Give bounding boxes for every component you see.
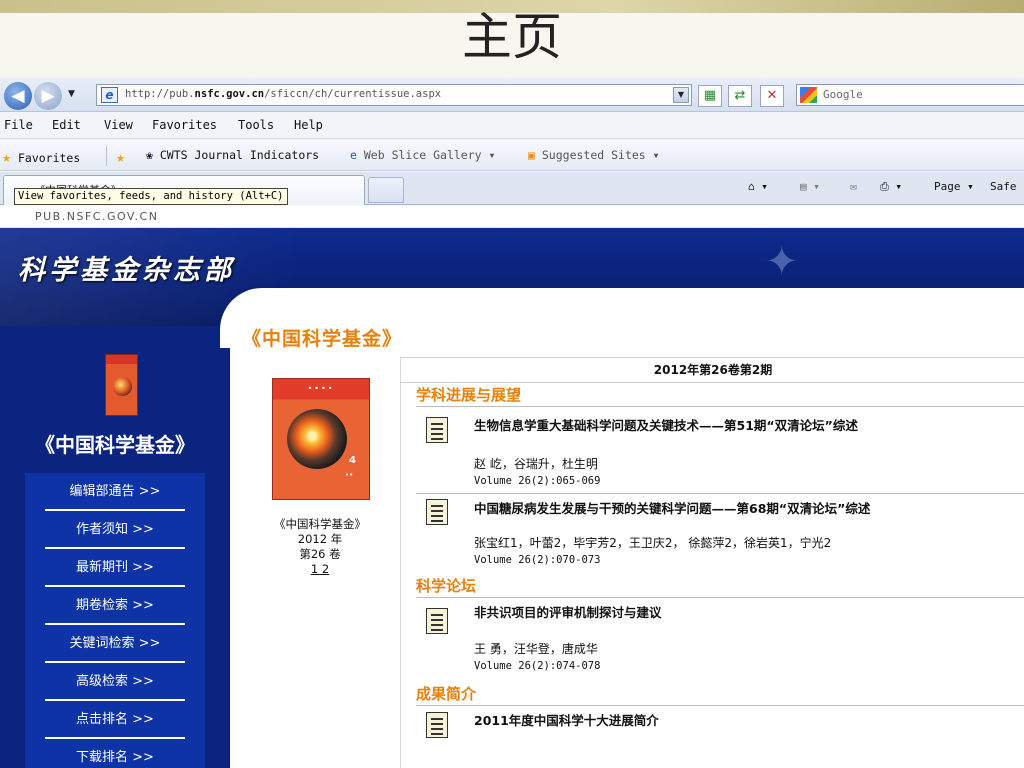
web-page: PUB.NSFC.GOV.CN 科学基金杂志部 ✦ 《中国科学基金》 编辑部通告… — [0, 206, 1024, 768]
menu-tools[interactable]: Tools — [238, 118, 274, 132]
menu-help[interactable]: Help — [294, 118, 323, 132]
document-icon — [426, 417, 448, 443]
article-title[interactable]: 生物信息学重大基础科学问题及关键技术——第51期“双清论坛”综述 — [474, 415, 858, 434]
journal-cover-image[interactable]: •••• 4 •• — [272, 378, 370, 500]
new-tab-button[interactable] — [368, 177, 404, 203]
fav-link-web-slice[interactable]: e Web Slice Gallery ▾ — [350, 148, 495, 162]
menu-edit[interactable]: Edit — [52, 118, 81, 132]
slide-title: 主页 — [462, 8, 562, 66]
sidebar-title: 《中国科学基金》 — [35, 433, 195, 457]
search-placeholder[interactable]: Google — [823, 88, 863, 101]
article-authors: 张宝红1，叶蕾2，毕宇芳2，王卫庆2， 徐懿萍2，徐岩英1，宁光2 — [474, 536, 832, 550]
section-heading: 科学论坛 — [416, 574, 1024, 598]
banner-logo-title: 科学基金杂志部 — [18, 255, 235, 286]
recent-pages-dropdown[interactable]: ▼ — [68, 87, 80, 101]
nav-click-ranking[interactable]: 点击排名 >> — [45, 701, 185, 739]
ie-page-icon: e — [101, 87, 118, 103]
address-bar[interactable]: e http://pub.nsfc.gov.cn/sficcn/ch/curre… — [96, 84, 692, 106]
nav-keyword-search[interactable]: 关键词检索 >> — [45, 625, 185, 663]
article-title[interactable]: 2011年度中国科学十大进展简介 — [474, 710, 659, 729]
address-dropdown[interactable]: ▼ — [673, 87, 689, 103]
search-box[interactable]: Google — [796, 84, 1024, 106]
nav-issue-search[interactable]: 期卷检索 >> — [45, 587, 185, 625]
print-icon[interactable]: ⎙ ▾ — [880, 180, 902, 194]
star-icon: ★ — [2, 148, 12, 166]
nav-download-ranking[interactable]: 下载排名 >> — [45, 739, 185, 768]
article-volume: Volume 26(2):070-073 — [474, 554, 601, 566]
article-volume: Volume 26(2):065-069 — [474, 475, 601, 487]
section-heading: 学科进展与展望 — [416, 383, 1024, 407]
issue-header: 2012年第26卷第2期 — [401, 357, 1024, 383]
article-authors: 王 勇，汪华登，唐成华 — [474, 642, 598, 656]
issue-listing: 2012年第26卷第2期 学科进展与展望 生物信息学重大基础科学问题及关键技术—… — [400, 357, 1024, 768]
menu-favorites[interactable]: Favorites — [152, 118, 217, 132]
sidebar-nav: 编辑部通告 >> 作者须知 >> 最新期刊 >> 期卷检索 >> 关键词检索 >… — [25, 473, 205, 768]
document-icon — [426, 608, 448, 634]
nav-advanced-search[interactable]: 高级检索 >> — [45, 663, 185, 701]
stop-icon[interactable]: ✕ — [760, 85, 784, 107]
safety-menu[interactable]: Safe — [990, 180, 1017, 193]
feeds-icon[interactable]: ▤ ▾ — [800, 180, 820, 193]
slide-header: 主页 — [0, 0, 1024, 72]
compatibility-view-icon[interactable]: ▦ — [698, 85, 722, 107]
google-icon — [800, 87, 817, 103]
menu-file[interactable]: File — [4, 118, 33, 132]
sparkle-icon: ✦ — [765, 239, 799, 285]
document-icon — [426, 499, 448, 525]
section-heading: 成果简介 — [416, 682, 1024, 706]
site-strip: PUB.NSFC.GOV.CN — [0, 206, 1024, 228]
sidebar-journal-cover[interactable] — [105, 354, 138, 416]
document-icon — [426, 712, 448, 738]
menu-view[interactable]: View — [104, 118, 133, 132]
address-toolbar: ◀ ▶ ▼ e http://pub.nsfc.gov.cn/sficcn/ch… — [0, 78, 1024, 112]
article-authors: 赵 屹，谷瑞升，杜生明 — [474, 457, 598, 471]
address-text[interactable]: http://pub.nsfc.gov.cn/sficcn/ch/current… — [125, 88, 441, 100]
refresh-icon[interactable]: ⇄ — [728, 85, 752, 107]
page-title: 《中国科学基金》 — [242, 328, 403, 350]
divider — [106, 146, 107, 166]
site-domain-label: PUB.NSFC.GOV.CN — [35, 210, 159, 223]
nav-author-guide[interactable]: 作者须知 >> — [45, 511, 185, 549]
favorites-button[interactable]: ★ Favorites — [2, 148, 80, 166]
page-menu[interactable]: Page ▾ — [934, 180, 974, 193]
back-button[interactable]: ◀ — [4, 82, 32, 110]
sidebar: 《中国科学基金》 编辑部通告 >> 作者须知 >> 最新期刊 >> 期卷检索 >… — [0, 326, 230, 768]
issue-page-links[interactable]: 1 2 — [255, 562, 385, 577]
mail-icon[interactable]: ✉ — [850, 180, 857, 193]
nav-editorial-notice[interactable]: 编辑部通告 >> — [45, 473, 185, 511]
menu-bar: File Edit View Favorites Tools Help — [0, 113, 1024, 139]
fav-link-suggested-sites[interactable]: ▣ Suggested Sites ▾ — [528, 148, 660, 162]
cover-caption: 《中国科学基金》 2012 年 第26 卷 1 2 — [255, 517, 385, 577]
fav-link-cwts[interactable]: ❀ CWTS Journal Indicators — [146, 148, 319, 162]
add-favorites-icon[interactable]: ★ — [116, 148, 125, 166]
favorites-bar: ★ Favorites ★ ❀ CWTS Journal Indicators … — [0, 140, 1024, 171]
article-title[interactable]: 非共识项目的评审机制探讨与建议 — [474, 602, 662, 621]
forward-button[interactable]: ▶ — [34, 82, 62, 110]
article-title[interactable]: 中国糖尿病发生发展与干预的关键科学问题——第68期“双清论坛”综述 — [474, 498, 870, 517]
home-icon[interactable]: ⌂ ▾ — [748, 180, 768, 193]
tooltip: View favorites, feeds, and history (Alt+… — [14, 188, 288, 205]
article-volume: Volume 26(2):074-078 — [474, 660, 601, 672]
nav-latest-issue[interactable]: 最新期刊 >> — [45, 549, 185, 587]
